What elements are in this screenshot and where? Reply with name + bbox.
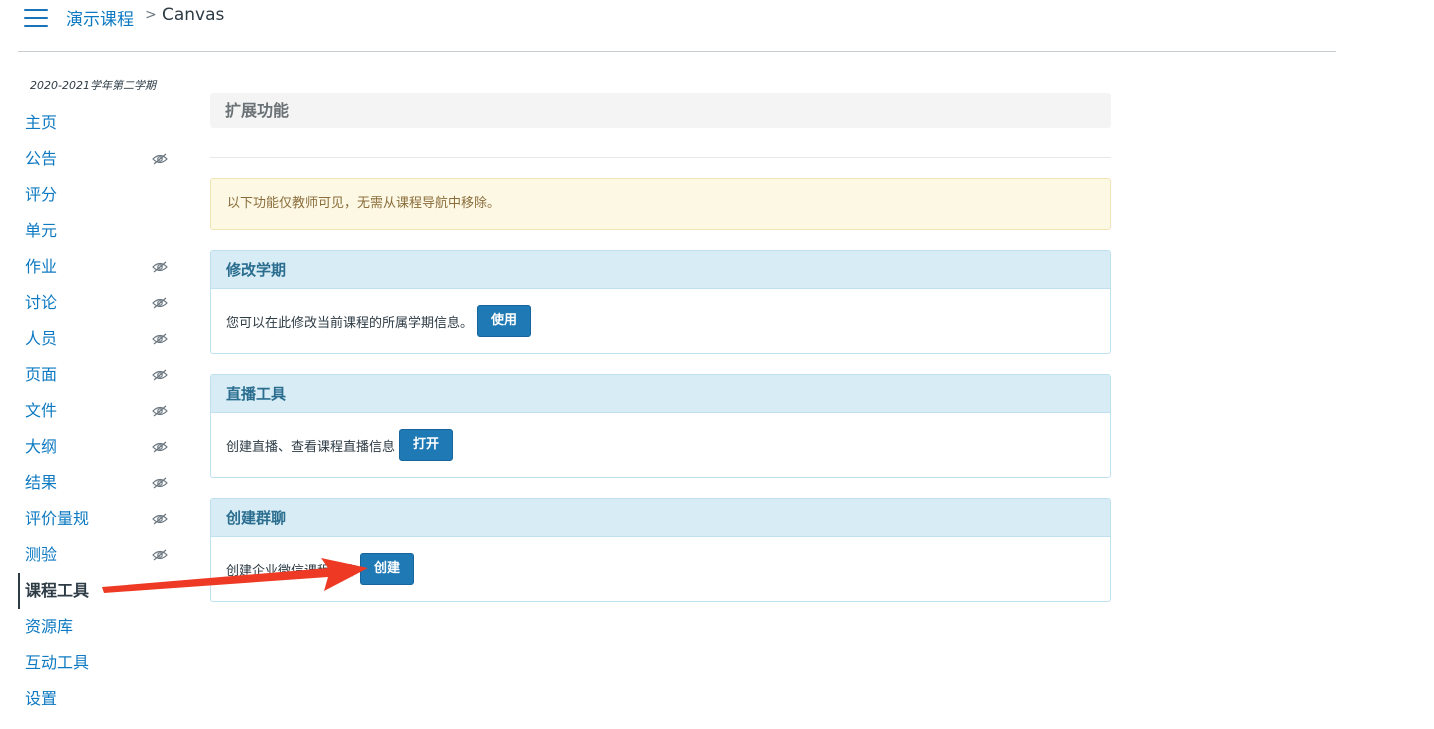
panel-description: 创建企业微信课程群聊 — [226, 563, 357, 579]
breadcrumb-course-link[interactable]: 演示课程 — [66, 5, 134, 30]
change-term-panel: 修改学期 您可以在此修改当前课程的所属学期信息。 使用 — [210, 250, 1111, 354]
nav-item-label: 公告 — [25, 149, 58, 168]
course-navigation: 主页 公告 评分 单元 作业 讨论 人员 页面 文件 大纲 结果 评价量规 测验… — [18, 105, 178, 717]
nav-item-label: 评分 — [25, 185, 58, 204]
use-button[interactable]: 使用 — [477, 305, 532, 337]
nav-item-interactive-tools[interactable]: 互动工具 — [18, 645, 178, 681]
nav-item-grades[interactable]: 评分 — [18, 177, 178, 213]
nav-item-label: 测验 — [25, 545, 58, 564]
eye-slash-icon — [152, 477, 168, 489]
eye-slash-icon — [152, 333, 168, 345]
panel-title: 修改学期 — [211, 251, 1110, 289]
nav-item-label: 讨论 — [25, 293, 58, 312]
header-divider — [18, 51, 1336, 52]
panel-description: 您可以在此修改当前课程的所属学期信息。 — [226, 315, 474, 331]
eye-slash-icon — [152, 549, 168, 561]
open-button[interactable]: 打开 — [399, 429, 454, 461]
nav-item-label: 课程工具 — [25, 581, 90, 600]
eye-slash-icon — [152, 369, 168, 381]
nav-item-resource-library[interactable]: 资源库 — [18, 609, 178, 645]
hamburger-menu-icon[interactable] — [24, 9, 48, 27]
nav-item-course-tools[interactable]: 课程工具 — [18, 573, 178, 609]
page-title: 扩展功能 — [210, 93, 1111, 128]
panel-body: 您可以在此修改当前课程的所属学期信息。 使用 — [211, 289, 1110, 353]
panel-body: 创建企业微信课程群聊 创建 — [211, 537, 1110, 601]
nav-item-rubrics[interactable]: 评价量规 — [18, 501, 178, 537]
nav-item-label: 文件 — [25, 401, 58, 420]
nav-item-label: 资源库 — [25, 617, 74, 636]
nav-item-label: 单元 — [25, 221, 58, 240]
eye-slash-icon — [152, 441, 168, 453]
nav-item-label: 作业 — [25, 257, 58, 276]
nav-item-people[interactable]: 人员 — [18, 321, 178, 357]
breadcrumb-current-page: Canvas — [162, 5, 225, 25]
nav-item-label: 主页 — [25, 113, 58, 132]
nav-item-discussions[interactable]: 讨论 — [18, 285, 178, 321]
breadcrumb-separator: > — [145, 7, 157, 23]
nav-item-label: 大纲 — [25, 437, 58, 456]
term-label: 2020-2021学年第二学期 — [30, 79, 156, 92]
panel-title: 直播工具 — [211, 375, 1110, 413]
nav-item-pages[interactable]: 页面 — [18, 357, 178, 393]
main-content: 扩展功能 以下功能仅教师可见，无需从课程导航中移除。 修改学期 您可以在此修改当… — [210, 93, 1111, 602]
nav-item-label: 设置 — [25, 689, 58, 708]
teacher-only-notice: 以下功能仅教师可见，无需从课程导航中移除。 — [210, 178, 1111, 230]
panel-body: 创建直播、查看课程直播信息 打开 — [211, 413, 1110, 477]
nav-item-label: 结果 — [25, 473, 58, 492]
top-bar: 演示课程 > Canvas — [0, 0, 1434, 52]
eye-slash-icon — [152, 261, 168, 273]
eye-slash-icon — [152, 153, 168, 165]
nav-item-modules[interactable]: 单元 — [18, 213, 178, 249]
heading-divider — [210, 157, 1111, 158]
eye-slash-icon — [152, 405, 168, 417]
nav-item-label: 评价量规 — [25, 509, 90, 528]
nav-item-files[interactable]: 文件 — [18, 393, 178, 429]
create-button[interactable]: 创建 — [360, 553, 415, 585]
nav-item-syllabus[interactable]: 大纲 — [18, 429, 178, 465]
nav-item-quizzes[interactable]: 测验 — [18, 537, 178, 573]
panel-title: 创建群聊 — [211, 499, 1110, 537]
panel-description: 创建直播、查看课程直播信息 — [226, 439, 396, 455]
nav-item-label: 人员 — [25, 329, 58, 348]
nav-item-announcements[interactable]: 公告 — [18, 141, 178, 177]
eye-slash-icon — [152, 297, 168, 309]
eye-slash-icon — [152, 513, 168, 525]
nav-item-home[interactable]: 主页 — [18, 105, 178, 141]
nav-item-label: 互动工具 — [25, 653, 90, 672]
group-chat-panel: 创建群聊 创建企业微信课程群聊 创建 — [210, 498, 1111, 602]
nav-item-settings[interactable]: 设置 — [18, 681, 178, 717]
nav-item-outcomes[interactable]: 结果 — [18, 465, 178, 501]
nav-item-label: 页面 — [25, 365, 58, 384]
live-stream-panel: 直播工具 创建直播、查看课程直播信息 打开 — [210, 374, 1111, 478]
nav-item-assignments[interactable]: 作业 — [18, 249, 178, 285]
